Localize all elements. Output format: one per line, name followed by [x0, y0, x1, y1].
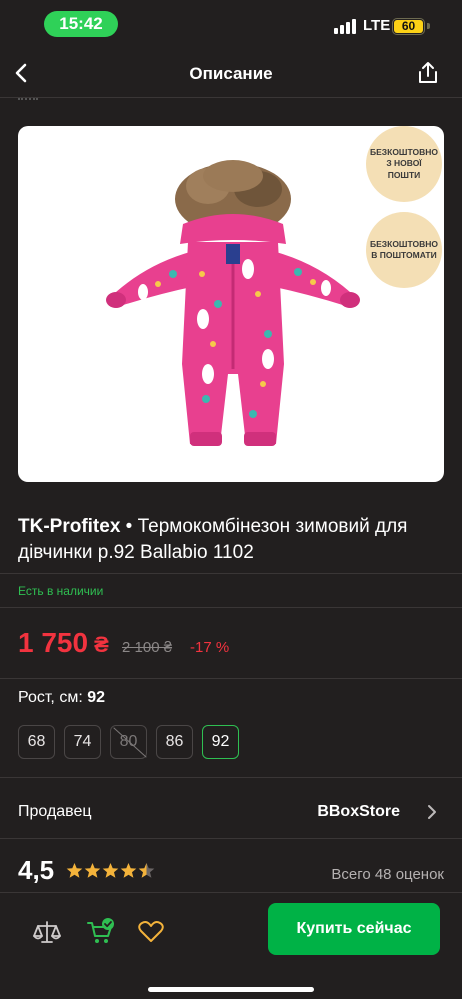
product-title: TK-Profitex • Термокомбінезон зимовий дл…: [18, 514, 446, 566]
rating-count[interactable]: Всего 48 оценок: [331, 866, 444, 883]
bottom-action-bar: Купить сейчас: [0, 892, 462, 999]
battery-icon: 60: [392, 18, 425, 35]
home-indicator[interactable]: [148, 987, 314, 992]
old-price: 2 100 ₴: [122, 639, 173, 656]
product-image[interactable]: БЕЗКОШТОВНО З НОВОЇ ПОШТИ БЕЗКОШТОВНО В …: [18, 126, 444, 482]
rating-value: 4,5: [18, 855, 55, 885]
price-value: 1 750: [18, 627, 89, 658]
rating-stars: [66, 862, 155, 879]
compare-icon[interactable]: [32, 917, 62, 947]
divider: [0, 573, 462, 574]
signal-icon: [334, 18, 356, 34]
divider: [0, 678, 462, 679]
star-icon: [66, 863, 83, 878]
status-bar: 15:42 LTE 60: [0, 0, 462, 48]
star-icon: [120, 863, 137, 878]
heart-icon[interactable]: [136, 917, 166, 947]
price-currency: ₴: [94, 632, 109, 657]
seller-label: Продавец: [18, 803, 92, 820]
star-icon: [84, 863, 101, 878]
share-icon[interactable]: [415, 60, 441, 86]
scroll-peek: [18, 94, 38, 100]
page-title: Описание: [189, 64, 273, 83]
divider: [0, 838, 462, 839]
star-icon: [102, 863, 119, 878]
network-type: LTE: [363, 17, 391, 34]
title-separator: •: [120, 516, 138, 537]
size-options: 68 74 80 86 92: [18, 725, 239, 759]
divider: [0, 607, 462, 608]
size-label-text: Рост, см:: [18, 689, 83, 706]
size-option-92-selected[interactable]: 92: [202, 725, 239, 759]
status-time: 15:42: [44, 11, 118, 37]
current-price: 1 750 ₴: [18, 627, 109, 659]
free-delivery-nova-poshta-badge: БЕЗКОШТОВНО З НОВОЇ ПОШТИ: [366, 126, 442, 202]
snowsuit-image: [106, 160, 360, 446]
size-option-80-unavailable: 80: [110, 725, 147, 759]
stock-status: Есть в наличии: [18, 584, 104, 598]
size-option-74[interactable]: 74: [64, 725, 101, 759]
cart-check-icon[interactable]: [86, 917, 116, 947]
size-option-68[interactable]: 68: [18, 725, 55, 759]
battery-level: 60: [394, 20, 423, 33]
navigation-bar: Описание: [0, 48, 462, 98]
star-icon: [138, 863, 155, 878]
seller-name[interactable]: BBoxStore: [317, 803, 400, 821]
free-delivery-postomat-badge: БЕЗКОШТОВНО В ПОШТОМАТИ: [366, 212, 442, 288]
divider: [0, 777, 462, 778]
chevron-right-icon[interactable]: [424, 803, 440, 821]
discount-badge: -17 %: [190, 639, 230, 656]
product-brand[interactable]: TK-Profitex: [18, 516, 120, 537]
buy-now-button[interactable]: Купить сейчас: [268, 903, 440, 955]
size-option-86[interactable]: 86: [156, 725, 193, 759]
size-selected-value: 92: [87, 689, 106, 706]
size-label: Рост, см: 92: [18, 689, 105, 707]
